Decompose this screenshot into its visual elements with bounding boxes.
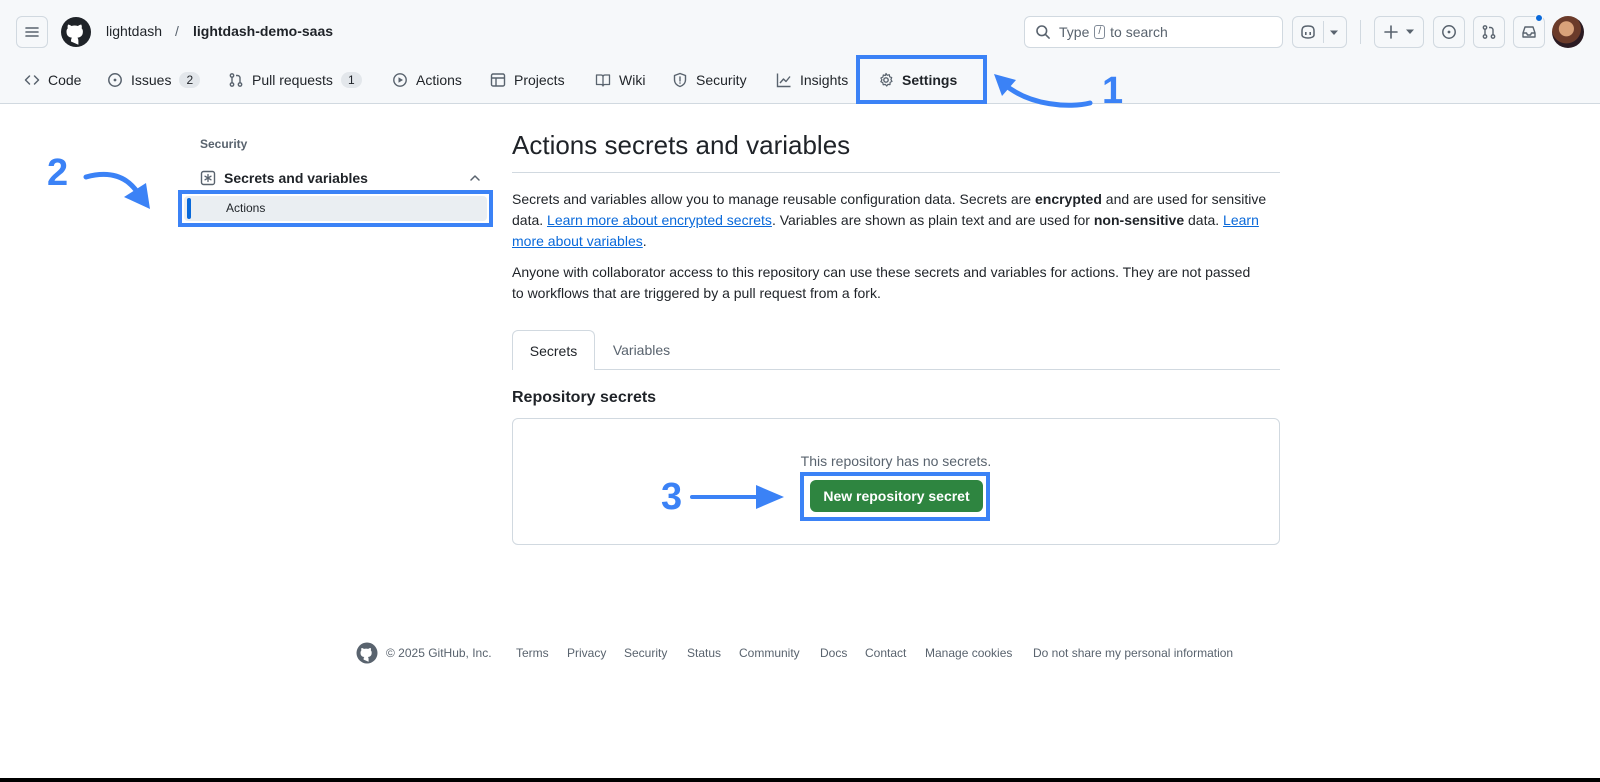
issue-opened-icon — [1441, 24, 1457, 40]
tab-projects[interactable]: Projects — [490, 69, 565, 91]
issues-counter: 2 — [179, 72, 201, 88]
tab-label: Security — [696, 72, 747, 88]
git-pull-request-icon — [228, 72, 244, 88]
active-indicator — [187, 198, 191, 219]
footer-link-manage-cookies[interactable]: Manage cookies — [925, 646, 1012, 660]
footer-link-community[interactable]: Community — [739, 646, 800, 660]
intro-text: Secrets and variables allow you to manag… — [512, 191, 1035, 207]
encrypted-secrets-link[interactable]: Learn more about encrypted secrets — [547, 212, 772, 228]
tab-label: Projects — [514, 72, 565, 88]
breadcrumb-repo[interactable]: lightdash-demo-saas — [193, 23, 333, 39]
git-pull-request-icon — [1481, 24, 1497, 40]
intro-text: data. — [1184, 212, 1224, 228]
pull-requests-counter: 1 — [340, 72, 362, 88]
create-new-button[interactable] — [1374, 16, 1424, 48]
tab-insights[interactable]: Insights — [776, 69, 848, 91]
intro-text: . Variables are shown as plain text and … — [771, 212, 1094, 228]
sidebar-section-title: Security — [200, 137, 248, 151]
sidebar-sub-item-label: Actions — [226, 201, 266, 215]
subtab-label: Secrets — [529, 342, 578, 359]
page-title: Actions secrets and variables — [512, 130, 851, 160]
copilot-button[interactable] — [1292, 16, 1347, 48]
tab-code[interactable]: Code — [24, 69, 81, 91]
annotation-box-settings — [856, 55, 987, 104]
sidebar-item-actions[interactable]: Actions — [184, 196, 487, 221]
chevron-up-icon — [468, 171, 482, 185]
tab-label: Insights — [800, 72, 849, 88]
search-prefix: Type — [1059, 24, 1090, 40]
sidebar-item-secrets-and-variables[interactable]: Secrets and variables — [200, 166, 482, 190]
tab-actions[interactable]: Actions — [392, 69, 462, 91]
play-icon — [392, 72, 408, 88]
open-global-nav-button[interactable] — [16, 16, 48, 48]
footer-link-privacy[interactable]: Privacy — [567, 646, 606, 660]
annotation-arrow-3 — [690, 485, 784, 509]
your-issues-button[interactable] — [1433, 16, 1465, 48]
issue-opened-icon — [107, 72, 123, 88]
breadcrumb-owner[interactable]: lightdash — [106, 23, 162, 39]
triangle-down-icon[interactable] — [1329, 29, 1339, 37]
search-shortcut-key: / — [1094, 25, 1106, 39]
button-label: New repository secret — [823, 488, 970, 504]
plus-icon — [1383, 24, 1399, 40]
tab-wiki[interactable]: Wiki — [595, 69, 645, 91]
triangle-down-icon — [1405, 28, 1415, 36]
notification-indicator — [1535, 14, 1543, 22]
search-input[interactable]: Type / to search — [1024, 16, 1283, 48]
search-suffix: to search — [1110, 24, 1168, 40]
annotation-number-1: 1 — [1102, 70, 1124, 112]
intro-bold-non-sensitive: non-sensitive — [1093, 212, 1185, 228]
annotation-arrow-2 — [83, 171, 150, 209]
subtab-variables[interactable]: Variables — [595, 330, 688, 370]
search-icon — [1035, 24, 1051, 40]
inbox-icon — [1521, 24, 1537, 40]
annotation-number-3: 3 — [661, 476, 683, 518]
tab-label: Code — [48, 72, 82, 88]
footer-link-docs[interactable]: Docs — [820, 646, 847, 660]
avatar[interactable] — [1552, 16, 1584, 48]
tab-pull-requests[interactable]: Pull requests 1 — [228, 69, 362, 91]
title-divider — [512, 172, 1280, 173]
header-divider — [1360, 20, 1361, 44]
subtab-label: Variables — [612, 342, 671, 358]
footer-link-security[interactable]: Security — [624, 646, 667, 660]
new-repository-secret-button[interactable]: New repository secret — [810, 480, 983, 512]
intro-text: . — [642, 233, 647, 249]
tab-label: Issues — [131, 72, 172, 88]
copilot-icon — [1299, 24, 1317, 40]
your-pull-requests-button[interactable] — [1473, 16, 1505, 48]
book-icon — [595, 72, 611, 88]
graph-icon — [776, 72, 792, 88]
footer-copyright: © 2025 GitHub, Inc. — [386, 646, 492, 660]
tab-security[interactable]: Security — [672, 69, 747, 91]
shield-icon — [672, 72, 688, 88]
key-asterisk-icon — [200, 170, 216, 186]
annotation-arrow-1 — [994, 74, 1093, 108]
footer-link-contact[interactable]: Contact — [865, 646, 906, 660]
breadcrumb-separator: / — [175, 23, 179, 39]
table-icon — [490, 72, 506, 88]
github-logo-icon[interactable] — [60, 16, 92, 48]
subtab-secrets[interactable]: Secrets — [512, 330, 595, 370]
tab-issues[interactable]: Issues 2 — [107, 69, 201, 91]
github-footer-logo-icon[interactable] — [356, 642, 378, 664]
footer-link-status[interactable]: Status — [687, 646, 721, 660]
hamburger-icon — [24, 24, 40, 40]
collaborator-note: Anyone with collaborator access to this … — [512, 264, 1251, 301]
copilot-divider — [1323, 21, 1324, 43]
footer-link-do-not-share[interactable]: Do not share my personal information — [1033, 646, 1233, 660]
footer-link-terms[interactable]: Terms — [516, 646, 549, 660]
repository-secrets-heading: Repository secrets — [512, 389, 657, 406]
intro-bold-encrypted: encrypted — [1034, 191, 1102, 207]
empty-state-text: This repository has no secrets. — [800, 453, 992, 469]
annotation-number-2: 2 — [47, 152, 69, 194]
tab-label: Pull requests — [252, 72, 333, 88]
intro-paragraph: Secrets and variables allow you to manag… — [512, 189, 1280, 252]
bottom-edge — [0, 778, 1600, 782]
annotation-box-actions: Actions — [178, 190, 493, 227]
sidebar-item-label: Secrets and variables — [224, 170, 368, 186]
tab-label: Actions — [416, 72, 462, 88]
tab-label: Wiki — [619, 72, 646, 88]
code-icon — [24, 72, 40, 88]
